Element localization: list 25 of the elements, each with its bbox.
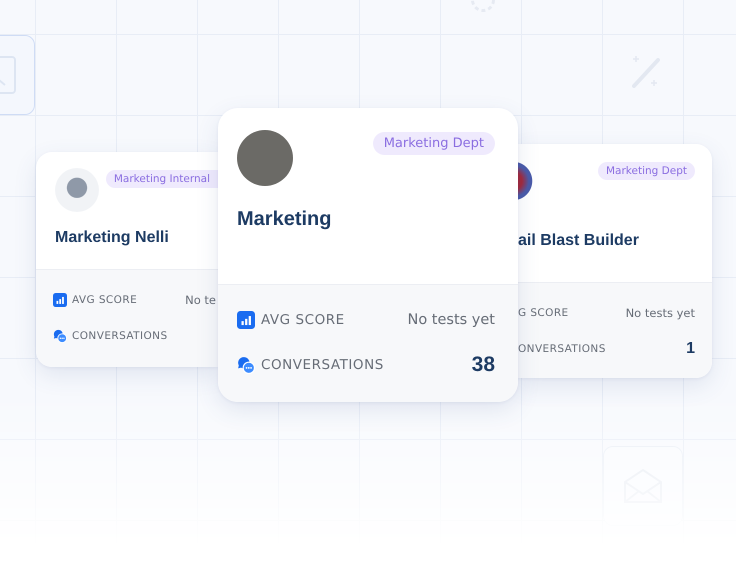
chat-bubbles-icon bbox=[53, 329, 67, 343]
agent-name: Marketing bbox=[237, 208, 332, 231]
stat-label: AVG SCORE bbox=[72, 294, 138, 306]
stat-label: G SCORE bbox=[518, 307, 569, 319]
conversation-count: 38 bbox=[472, 353, 495, 377]
conversation-count: 1 bbox=[686, 340, 695, 358]
score-value: No tests yet bbox=[626, 306, 695, 320]
stat-label: AVG SCORE bbox=[261, 312, 345, 328]
stat-label: ONVERSATIONS bbox=[518, 343, 606, 355]
department-badge: Marketing Dept bbox=[372, 132, 495, 155]
agent-name: Marketing Nelli bbox=[55, 229, 170, 247]
stat-label: CONVERSATIONS bbox=[72, 330, 168, 342]
bar-chart-icon bbox=[53, 293, 67, 307]
department-badge: Marketing Internal bbox=[106, 170, 218, 188]
score-value: No te bbox=[185, 293, 216, 307]
avatar-image bbox=[55, 168, 99, 212]
agent-name: ail Blast Builder bbox=[518, 232, 640, 250]
department-badge: Marketing Dept bbox=[598, 162, 695, 180]
stat-label: CONVERSATIONS bbox=[261, 357, 384, 373]
agent-card[interactable]: Marketing Internal Marketing Nelli AVG SCORE No te CONVERSATIONS bbox=[36, 152, 218, 367]
agent-card[interactable]: Marketing Dept ail Blast Builder G SCORE No tests yet ONVERSATIONS 1 bbox=[518, 144, 712, 378]
score-value: No tests yet bbox=[407, 312, 495, 328]
bar-chart-icon bbox=[237, 311, 255, 329]
chat-bubbles-icon bbox=[237, 356, 255, 374]
agent-card[interactable]: Marketing Dept Marketing AVG SCORE No tests yet CONVERSATIONS 38 bbox=[218, 108, 518, 402]
